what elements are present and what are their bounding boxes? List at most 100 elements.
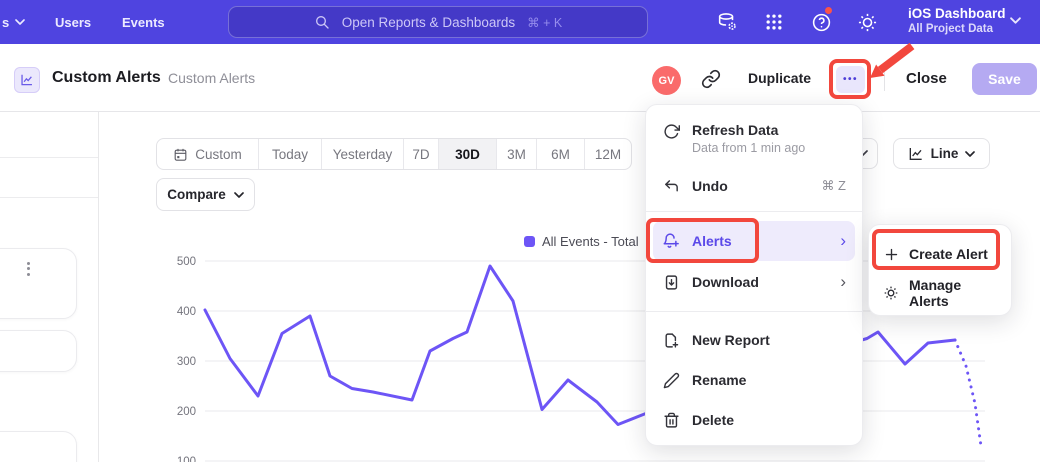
range-today[interactable]: Today <box>258 139 321 169</box>
range-12m[interactable]: 12M <box>584 139 631 169</box>
kebab-menu-icon[interactable] <box>21 259 35 281</box>
close-label: Close <box>906 70 947 87</box>
sidebar-card[interactable] <box>0 330 77 372</box>
new-report-icon <box>662 331 680 349</box>
menu-item-alerts[interactable]: Alerts › <box>653 221 855 261</box>
nav-item-users[interactable]: Users <box>55 0 91 44</box>
bell-plus-icon <box>662 232 680 250</box>
data-management-icon[interactable] <box>715 10 739 34</box>
chart-type-button[interactable]: Line <box>893 138 990 169</box>
menu-item-shortcut: ⌘ Z <box>821 178 846 194</box>
range-label: Yesterday <box>333 147 393 162</box>
sidebar-card[interactable] <box>0 431 77 462</box>
chevron-down-icon <box>1010 17 1021 24</box>
apps-grid-icon[interactable] <box>762 10 786 34</box>
menu-item-label: Refresh Data <box>692 122 805 138</box>
search-icon <box>314 14 330 30</box>
search-shortcut: ⌘ + K <box>527 15 562 30</box>
project-switcher[interactable]: iOS Dashboard All Project Data <box>908 5 1006 36</box>
avatar[interactable]: GV <box>652 66 681 95</box>
top-navbar: s Users Events Open Reports & Dashboards… <box>0 0 1040 44</box>
series-line-projected <box>955 340 981 446</box>
report-type-icon <box>14 67 40 93</box>
plus-icon <box>883 245 899 263</box>
menu-item-download[interactable]: Download › <box>646 263 862 301</box>
range-label: Custom <box>195 147 242 162</box>
menu-item-undo[interactable]: Undo ⌘ Z <box>646 167 862 205</box>
sidebar-card[interactable] <box>0 248 77 319</box>
y-tick-label: 300 <box>177 356 196 368</box>
menu-item-label: New Report <box>692 332 770 348</box>
overflow-menu-button[interactable]: ••• <box>836 66 865 93</box>
chart-legend[interactable]: All Events - Total <box>524 234 639 249</box>
nav-item-partial[interactable]: s <box>2 0 25 44</box>
range-6m[interactable]: 6M <box>536 139 584 169</box>
chevron-down-icon <box>965 151 975 157</box>
search-placeholder: Open Reports & Dashboards <box>342 15 515 30</box>
nav-item-events[interactable]: Events <box>122 0 165 44</box>
compare-label: Compare <box>167 187 226 202</box>
menu-item-label: Undo <box>692 178 728 194</box>
menu-item-label: Download <box>692 274 759 290</box>
range-7d[interactable]: 7D <box>403 139 438 169</box>
submenu-item-manage-alerts[interactable]: Manage Alerts <box>869 275 1011 311</box>
menu-item-delete[interactable]: Delete <box>646 401 862 439</box>
compare-button[interactable]: Compare <box>156 178 255 211</box>
calendar-icon <box>173 147 188 162</box>
menu-item-new-report[interactable]: New Report <box>646 321 862 359</box>
range-30d-selected[interactable]: 30D <box>438 139 496 169</box>
undo-icon <box>662 177 680 195</box>
submenu-item-create-alert[interactable]: Create Alert <box>869 233 1011 275</box>
project-name: iOS Dashboard <box>908 5 1006 22</box>
menu-divider <box>646 311 862 312</box>
range-yesterday[interactable]: Yesterday <box>321 139 403 169</box>
range-label: Today <box>272 147 308 162</box>
overflow-menu: Refresh Data Data from 1 min ago Undo ⌘ … <box>645 104 863 446</box>
sidebar-divider <box>0 157 98 158</box>
report-header: Custom Alerts Custom Alerts GV Duplicate… <box>0 44 1040 112</box>
menu-item-label: Rename <box>692 372 746 388</box>
menu-divider <box>646 211 862 212</box>
range-label: 7D <box>412 147 429 162</box>
sidebar-divider <box>0 197 98 198</box>
chart-type-label: Line <box>931 146 959 161</box>
ellipsis-icon: ••• <box>843 74 858 85</box>
sidebar-border <box>98 112 99 462</box>
global-search-input[interactable]: Open Reports & Dashboards ⌘ + K <box>228 6 648 38</box>
legend-swatch <box>524 236 535 247</box>
menu-item-label: Alerts <box>692 233 732 249</box>
project-scope: All Project Data <box>908 22 1006 36</box>
submenu-item-label: Manage Alerts <box>909 277 997 309</box>
range-3m[interactable]: 3M <box>496 139 536 169</box>
y-tick-label: 200 <box>177 406 196 418</box>
nav-partial-label: s <box>2 15 9 30</box>
pencil-icon <box>662 371 680 389</box>
y-tick-label: 400 <box>177 306 196 318</box>
copy-link-icon[interactable] <box>701 69 723 91</box>
range-custom[interactable]: Custom <box>157 139 258 169</box>
notification-dot <box>824 6 833 15</box>
download-icon <box>662 273 680 291</box>
breadcrumb[interactable]: Custom Alerts <box>168 44 255 112</box>
y-tick-label: 100 <box>177 456 196 462</box>
chevron-down-icon <box>234 192 244 198</box>
page-title: Custom Alerts <box>52 44 161 112</box>
menu-item-rename[interactable]: Rename <box>646 361 862 399</box>
submenu-item-label: Create Alert <box>909 246 988 262</box>
menu-item-label: Delete <box>692 412 734 428</box>
chevron-down-icon <box>15 19 25 25</box>
duplicate-label: Duplicate <box>748 70 811 86</box>
duplicate-button[interactable]: Duplicate <box>748 44 811 112</box>
chevron-right-icon: › <box>840 235 846 247</box>
date-range-control: Custom Today Yesterday 7D 30D 3M 6M 12M <box>156 138 632 170</box>
close-button[interactable]: Close <box>906 44 947 112</box>
range-label: 6M <box>551 147 570 162</box>
line-chart-icon <box>908 146 924 162</box>
range-label: 30D <box>455 147 480 162</box>
save-button[interactable]: Save <box>972 63 1037 95</box>
gear-icon <box>883 284 899 302</box>
legend-label: All Events - Total <box>542 234 639 249</box>
menu-item-refresh-data[interactable]: Refresh Data Data from 1 min ago <box>646 115 862 161</box>
settings-gear-icon[interactable] <box>855 10 879 34</box>
refresh-icon <box>662 122 680 140</box>
